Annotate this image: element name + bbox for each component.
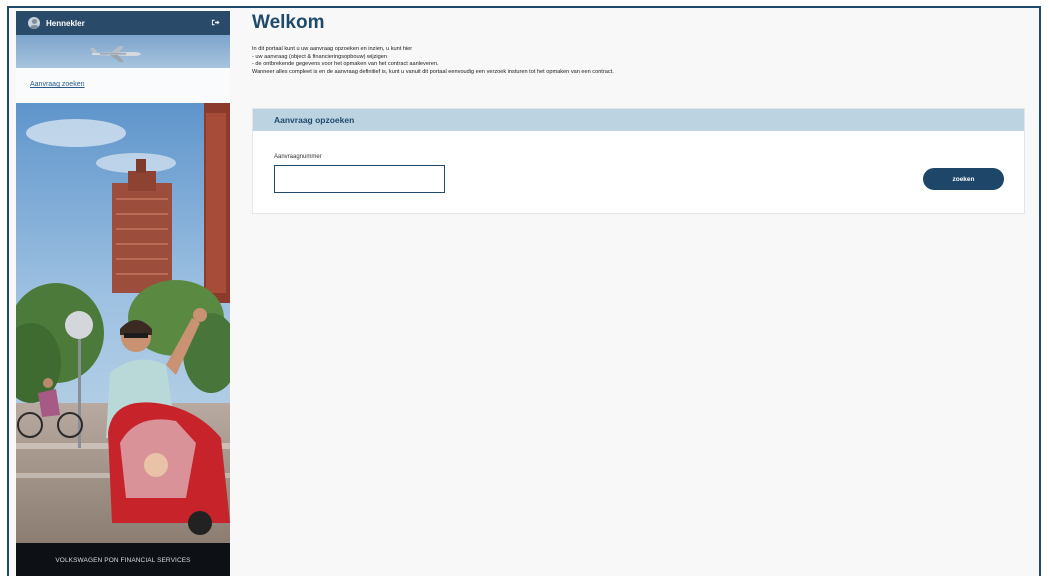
search-card: Aanvraag opzoeken Aanvraagnummer zoeken [252,108,1025,214]
search-card-header: Aanvraag opzoeken [253,109,1024,131]
search-button[interactable]: zoeken [923,168,1004,190]
user-avatar-icon [28,17,40,29]
sidebar-item-aanvraag-zoeken[interactable]: Aanvraag zoeken [30,81,84,88]
app-frame: Hennekler Aanvraag zoeken VOLKSWAGEN PON… [7,6,1041,576]
sidebar-footer: VOLKSWAGEN PON FINANCIAL SERVICES [16,543,230,576]
search-card-title: Aanvraag opzoeken [274,115,355,125]
sidebar: Hennekler Aanvraag zoeken VOLKSWAGEN PON… [16,11,230,576]
aanvraagnummer-label: Aanvraagnummer [274,154,322,160]
intro-text: In dit portaal kunt u uw aanvraag opzoek… [252,46,614,76]
intro-line: Wanneer alles compleet is en de aanvraag… [252,68,614,75]
background-photo [16,103,230,543]
page-title: Welkom [252,12,325,33]
intro-line: In dit portaal kunt u uw aanvraag opzoek… [252,46,413,52]
airplane-icon [90,46,141,62]
sidebar-nav: Aanvraag zoeken [16,68,230,103]
intro-line: - de ontbrekende gegevens voor het opmak… [252,61,439,68]
user-bar: Hennekler [16,11,230,35]
main-content: Welkom In dit portaal kunt u uw aanvraag… [230,8,1039,576]
username: Hennekler [46,18,85,28]
logout-icon[interactable] [211,18,220,27]
aanvraagnummer-input[interactable] [274,165,445,193]
header-sky-image [16,35,230,68]
intro-line: - uw aanvraag (object & financieringsopb… [252,53,387,60]
